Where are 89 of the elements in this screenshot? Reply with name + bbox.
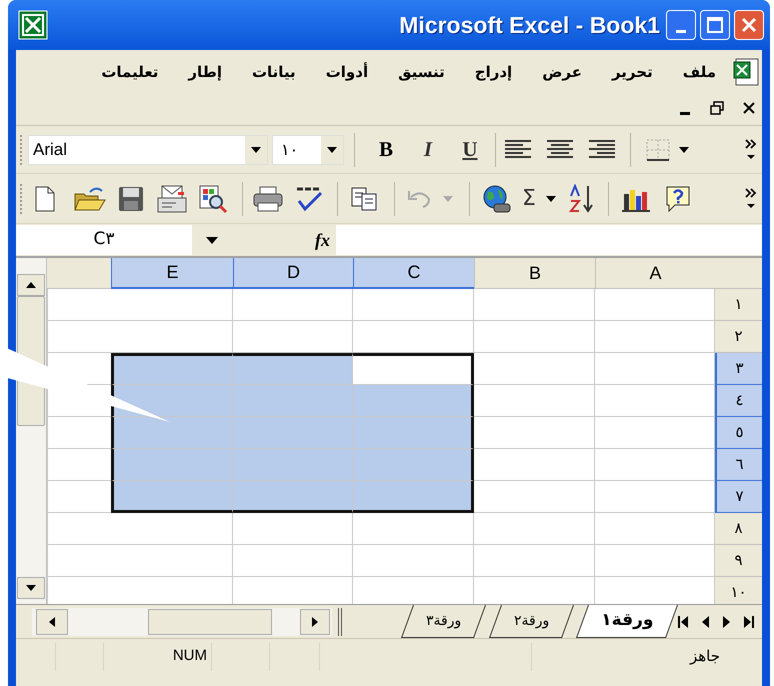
column-header[interactable]: C xyxy=(353,258,474,289)
sheet-tab[interactable]: ورقة٣ xyxy=(401,605,487,638)
caret-icon xyxy=(327,146,337,152)
grid-cell[interactable] xyxy=(233,353,353,385)
down-arrow-icon xyxy=(26,585,36,591)
grid-cell[interactable] xyxy=(353,417,474,449)
undo-icon[interactable] xyxy=(407,188,433,208)
scroll-up-button[interactable] xyxy=(17,274,45,296)
window-title: Microsoft Excel - Book1 xyxy=(399,10,660,40)
workbook-icon[interactable] xyxy=(732,57,760,87)
scroll-down-button[interactable] xyxy=(17,577,45,599)
maximize-button[interactable] xyxy=(700,10,730,40)
grid-cell[interactable] xyxy=(353,481,474,513)
menu-item[interactable]: إطار xyxy=(188,60,222,84)
grid-cell[interactable] xyxy=(353,353,474,385)
close-button[interactable] xyxy=(734,10,764,40)
menu-item[interactable]: بيانات xyxy=(252,60,296,84)
scroll-thumb[interactable] xyxy=(148,608,272,634)
spelling-check-icon[interactable] xyxy=(295,184,323,212)
restore-workbook-button[interactable] xyxy=(708,99,726,117)
scroll-right-button[interactable] xyxy=(300,608,330,634)
grid-cell xyxy=(47,289,111,321)
scroll-left-button[interactable] xyxy=(36,608,68,634)
name-box[interactable]: C٣ xyxy=(16,225,192,255)
previous-sheet-icon[interactable] xyxy=(702,616,709,628)
align-center-icon[interactable] xyxy=(546,138,574,160)
column-header[interactable]: A xyxy=(595,258,715,289)
font-dropdown[interactable]: Arial xyxy=(28,134,268,164)
grid-cell xyxy=(47,321,111,353)
row-header[interactable]: ٥ xyxy=(715,417,762,449)
new-document-icon[interactable] xyxy=(34,186,56,212)
open-folder-icon[interactable] xyxy=(74,186,106,212)
left-arrow-icon xyxy=(49,616,55,626)
borders-icon[interactable] xyxy=(645,138,671,162)
globe-icon[interactable] xyxy=(482,184,512,214)
caret-icon[interactable] xyxy=(206,236,218,244)
menu-item[interactable]: تعليمات xyxy=(101,60,158,84)
formula-field[interactable] xyxy=(336,225,762,255)
close-icon xyxy=(740,16,758,34)
bold-button[interactable]: B xyxy=(369,134,403,166)
grid-cell[interactable] xyxy=(353,449,474,481)
horizontal-scrollbar[interactable] xyxy=(32,608,332,636)
right-arrow-icon xyxy=(312,616,318,626)
insert-function-button[interactable]: fx xyxy=(315,226,330,254)
up-arrow-icon xyxy=(26,282,36,288)
underline-button[interactable]: U xyxy=(453,134,487,166)
menu-item[interactable]: عرض xyxy=(542,60,582,84)
sheet-tab[interactable]: ورقة١ xyxy=(576,605,678,638)
grid-cell xyxy=(47,545,111,577)
grid-cell xyxy=(47,577,111,604)
num-lock-indicator: NUM xyxy=(172,646,207,666)
envelope-icon[interactable] xyxy=(156,184,188,214)
grid-cell[interactable] xyxy=(111,353,233,385)
help-icon[interactable] xyxy=(664,184,691,212)
italic-button[interactable]: I xyxy=(411,134,445,166)
grid-cell xyxy=(47,481,111,513)
font-size-dropdown[interactable]: ١٠ xyxy=(272,134,344,164)
menu-item[interactable]: ملف xyxy=(682,60,716,84)
row-header[interactable]: ٣ xyxy=(715,353,762,385)
grid-cell xyxy=(47,417,111,449)
last-sheet-icon[interactable] xyxy=(744,616,754,628)
align-right-icon[interactable] xyxy=(588,138,616,160)
caret-icon[interactable] xyxy=(679,146,689,152)
first-sheet-icon[interactable] xyxy=(678,616,688,628)
menu-item[interactable]: أدوات xyxy=(326,60,368,84)
caret-icon[interactable] xyxy=(546,196,556,202)
printer-icon[interactable] xyxy=(253,186,283,212)
column-header[interactable]: B xyxy=(474,258,595,289)
row-header[interactable]: ٦ xyxy=(715,449,762,481)
row-header[interactable]: ٧ xyxy=(715,481,762,513)
sheet-tab[interactable]: ورقة٢ xyxy=(488,605,574,638)
menu-item[interactable]: إدراج xyxy=(474,60,512,84)
app-icon xyxy=(18,10,48,40)
column-header[interactable]: E xyxy=(111,258,233,289)
grid-cell xyxy=(47,449,111,481)
align-left-icon[interactable] xyxy=(504,138,532,160)
grid-cell xyxy=(47,513,111,545)
row-header[interactable]: ٤ xyxy=(715,385,762,417)
next-sheet-icon[interactable] xyxy=(723,616,730,628)
autosum-button[interactable]: Σ xyxy=(522,182,536,215)
column-header[interactable]: D xyxy=(233,258,353,289)
menu-item[interactable]: تنسيق xyxy=(398,60,445,84)
menu-item[interactable]: تحرير xyxy=(612,60,653,84)
minimize-button[interactable] xyxy=(666,10,696,40)
vertical-scrollbar[interactable] xyxy=(16,258,47,604)
grid-cell[interactable] xyxy=(353,385,474,417)
caret-icon xyxy=(251,146,261,152)
status-text: جاهز xyxy=(690,646,720,668)
print-preview-icon[interactable] xyxy=(198,184,228,214)
